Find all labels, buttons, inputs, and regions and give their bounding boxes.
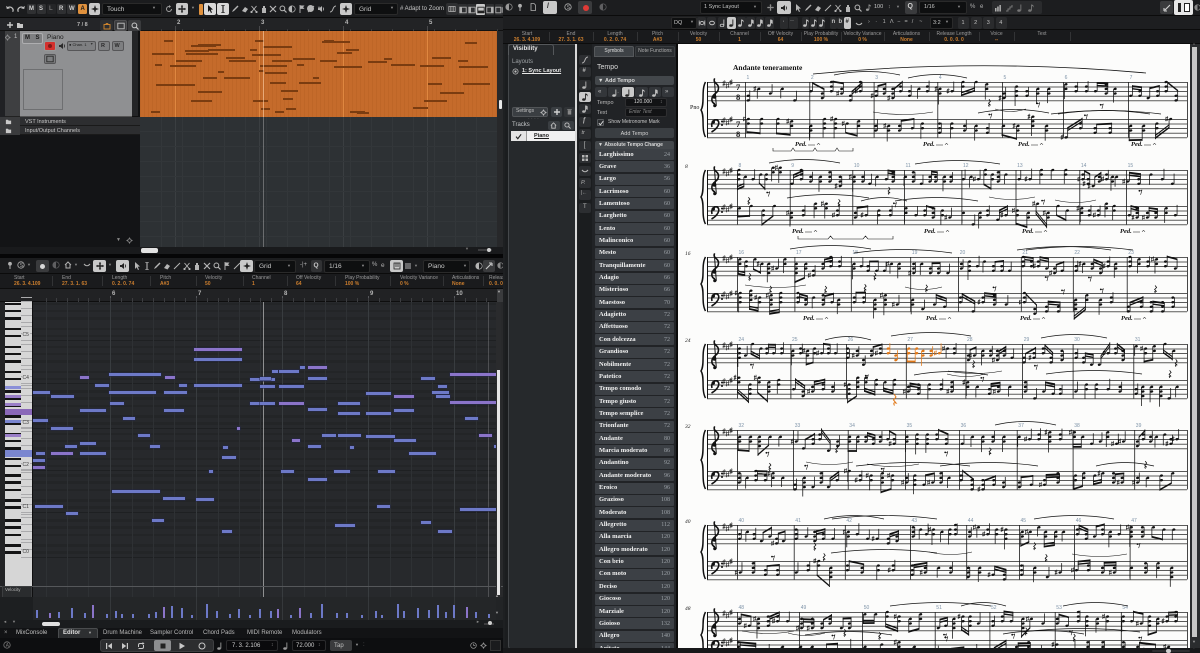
svg-text:9: 9 <box>791 163 794 169</box>
svg-text:17: 17 <box>796 250 802 256</box>
svg-text:26: 26 <box>848 337 854 343</box>
svg-text:8: 8 <box>736 129 740 139</box>
svg-text:Ped.: Ped. <box>1120 228 1132 235</box>
svg-text:Ped.: Ped. <box>1121 315 1133 322</box>
svg-text:48: 48 <box>685 605 691 612</box>
svg-text:40: 40 <box>739 518 745 524</box>
svg-text:2: 2 <box>811 75 814 81</box>
svg-text:24: 24 <box>739 337 745 343</box>
svg-text:8: 8 <box>685 164 688 170</box>
svg-text:19: 19 <box>912 250 918 256</box>
svg-text:20: 20 <box>960 250 966 256</box>
svg-text:Ped.: Ped. <box>795 141 807 148</box>
svg-text:28: 28 <box>967 337 973 343</box>
svg-text:53: 53 <box>1056 605 1062 611</box>
svg-text:15: 15 <box>1128 163 1134 169</box>
svg-text:49: 49 <box>801 605 807 611</box>
svg-text:51: 51 <box>936 605 942 611</box>
svg-text:Ped.: Ped. <box>792 228 804 235</box>
svg-text:5: 5 <box>1004 75 1007 81</box>
svg-text:37: 37 <box>1018 423 1024 429</box>
svg-text:Ped.: Ped. <box>924 228 936 235</box>
svg-text:6: 6 <box>1065 75 1068 81</box>
svg-text:31: 31 <box>1135 337 1141 343</box>
svg-text:41: 41 <box>795 518 801 524</box>
svg-text:25: 25 <box>792 337 798 343</box>
svg-text:3: 3 <box>875 75 878 81</box>
svg-text:Ped.: Ped. <box>1022 228 1034 235</box>
svg-text:4: 4 <box>939 75 942 81</box>
svg-text:42: 42 <box>846 518 852 524</box>
svg-text:Ped.: Ped. <box>803 315 815 322</box>
svg-text:16: 16 <box>685 251 691 257</box>
svg-text:47: 47 <box>1131 518 1137 524</box>
svg-text:23: 23 <box>1128 250 1134 256</box>
svg-text:Ped.: Ped. <box>926 315 938 322</box>
svg-text:Ped.: Ped. <box>1020 315 1032 322</box>
svg-text:22: 22 <box>1074 250 1080 256</box>
svg-text:32: 32 <box>739 423 745 429</box>
svg-text:44: 44 <box>968 518 974 524</box>
svg-text:Pno: Pno <box>690 105 699 111</box>
svg-text:50: 50 <box>864 605 870 611</box>
svg-text:34: 34 <box>849 423 855 429</box>
svg-text:10: 10 <box>854 163 860 169</box>
svg-text:35: 35 <box>907 423 913 429</box>
svg-text:38: 38 <box>1074 423 1080 429</box>
svg-text:45: 45 <box>1021 518 1027 524</box>
svg-text:Ped.: Ped. <box>923 141 935 148</box>
svg-text:Ped.: Ped. <box>1018 141 1030 148</box>
svg-text:16: 16 <box>739 250 745 256</box>
svg-text:52: 52 <box>991 605 997 611</box>
svg-text:14: 14 <box>1081 163 1087 169</box>
svg-text:27: 27 <box>907 337 913 343</box>
svg-text:11: 11 <box>906 163 911 169</box>
svg-text:13: 13 <box>1017 163 1023 169</box>
svg-text:29: 29 <box>1024 337 1030 343</box>
svg-text:7: 7 <box>1130 75 1133 81</box>
svg-text:24: 24 <box>685 337 691 344</box>
svg-text:32: 32 <box>684 424 691 430</box>
svg-text:1: 1 <box>747 75 750 81</box>
svg-text:46: 46 <box>1076 518 1082 524</box>
svg-text:8: 8 <box>736 92 740 102</box>
svg-text:12: 12 <box>963 163 969 169</box>
svg-text:Andante teneramente: Andante teneramente <box>733 63 803 72</box>
svg-text:36: 36 <box>961 423 967 429</box>
svg-text:21: 21 <box>1022 250 1028 256</box>
svg-text:S: S <box>567 5 571 11</box>
svg-text:40: 40 <box>685 518 691 525</box>
svg-text:43: 43 <box>912 518 918 524</box>
svg-text:8: 8 <box>739 163 742 169</box>
svg-text:33: 33 <box>795 423 801 429</box>
svg-text:48: 48 <box>739 605 745 611</box>
svg-text:S: S <box>20 263 24 269</box>
svg-text:30: 30 <box>1074 337 1080 343</box>
svg-text:39: 39 <box>1136 423 1142 429</box>
svg-text:Ped.: Ped. <box>1131 141 1143 148</box>
